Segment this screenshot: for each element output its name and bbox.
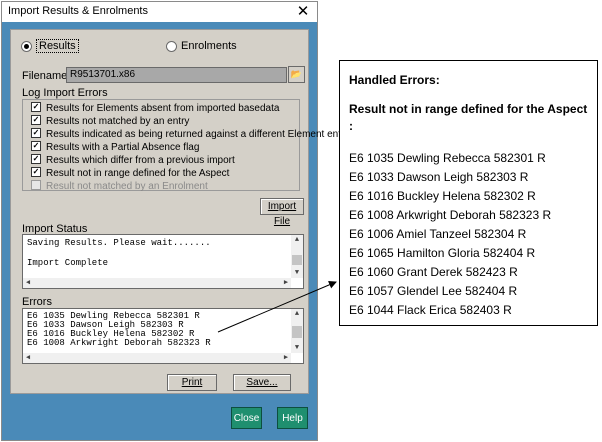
- callout-row: E6 1006 Amiel Tanzeel 582304 R: [349, 227, 527, 241]
- callout-row: E6 1065 Hamilton Gloria 582404 R: [349, 246, 536, 260]
- callout-row: E6 1033 Dawson Leigh 582303 R: [349, 170, 529, 184]
- callout-title: Handled Errors:: [349, 73, 440, 87]
- callout-row: E6 1016 Buckley Helena 582302 R: [349, 189, 536, 203]
- callout-row: E6 1057 Glendel Lee 582404 R: [349, 284, 518, 298]
- handled-errors-callout: Handled Errors: Result not in range defi…: [339, 60, 598, 326]
- callout-row: E6 1060 Grant Derek 582423 R: [349, 265, 518, 279]
- arrow-line: [217, 281, 337, 333]
- callout-row: E6 1044 Flack Erica 582403 R: [349, 303, 512, 317]
- callout-subtitle: Result not in range defined for the Aspe…: [349, 102, 588, 133]
- callout-row: E6 1035 Dewling Rebecca 582301 R: [349, 151, 546, 165]
- callout-row: E6 1008 Arkwright Deborah 582323 R: [349, 208, 552, 222]
